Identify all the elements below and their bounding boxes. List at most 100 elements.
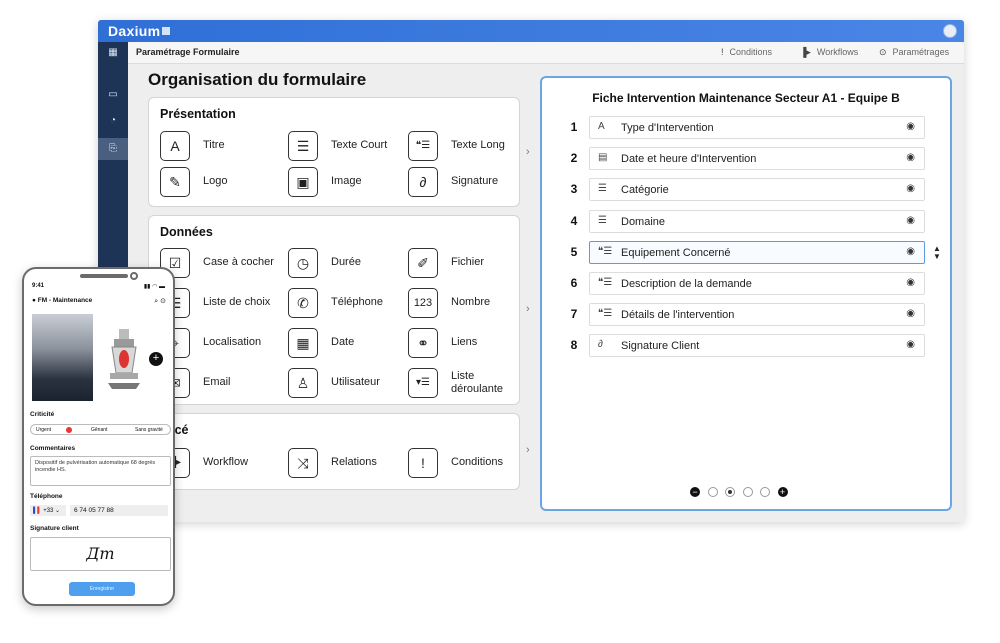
field-label: Signature: [451, 175, 499, 187]
field-cell[interactable]: A Type d'Intervention ◉: [589, 116, 925, 139]
form-field-row[interactable]: 7 ❝☰ Détails de l'intervention ◉: [563, 303, 925, 327]
eye-icon[interactable]: ◉: [906, 183, 915, 194]
option-sans-gravite[interactable]: Sans gravité: [135, 427, 163, 433]
field-cell[interactable]: ❝☰ Détails de l'intervention ◉: [589, 303, 925, 327]
field-type-email[interactable]: ✉Email: [160, 368, 276, 398]
user-avatar[interactable]: [943, 24, 957, 38]
parametrages-button[interactable]: ⊙ Paramétrages: [879, 47, 949, 58]
eye-icon[interactable]: ◉: [906, 215, 915, 226]
eye-icon[interactable]: ◉: [906, 277, 915, 288]
chevron-right-icon[interactable]: ›: [526, 146, 530, 158]
criticite-selector[interactable]: Urgent Gênant Sans gravité: [30, 424, 171, 435]
field-type-icon: A: [598, 121, 605, 132]
field-label: Signature Client: [621, 340, 700, 353]
eye-icon[interactable]: ◉: [906, 121, 915, 132]
field-type-icon: ❝☰: [598, 308, 613, 320]
page-dot[interactable]: [760, 487, 770, 497]
form-field-row[interactable]: 2 ▤ Date et heure d'Intervention ◉: [563, 147, 925, 171]
field-type-titre[interactable]: A Titre: [160, 131, 276, 161]
eye-icon[interactable]: ◉: [906, 339, 915, 350]
field-label: Date et heure d'Intervention: [621, 153, 757, 166]
form-field-row[interactable]: 3 ☰ Catégorie ◉: [563, 178, 925, 202]
link-icon: ⚭: [408, 328, 438, 358]
field-label: Texte Long: [451, 139, 505, 151]
calendar-icon: ▦: [288, 328, 318, 358]
form-field-row[interactable]: 6 ❝☰ Description de la demande ◉: [563, 272, 925, 295]
form-field-row[interactable]: 1 A Type d'Intervention ◉: [563, 116, 925, 139]
field-cell[interactable]: ❝☰ Equipement Concerné ◉: [589, 240, 925, 264]
option-genant[interactable]: Gênant: [91, 427, 107, 433]
field-type-conditions[interactable]: ! Conditions: [408, 448, 524, 478]
criticite-label: Criticité: [30, 411, 55, 418]
long-text-icon: ❝☰: [408, 131, 438, 161]
field-label: Détails de l'intervention: [621, 309, 735, 322]
field-type-workflow[interactable]: ▐▸Workflow: [160, 448, 276, 478]
paperclip-icon: ✐: [408, 248, 438, 278]
field-label: Localisation: [203, 336, 262, 348]
page-dot[interactable]: [742, 487, 753, 497]
prev-page-button[interactable]: −: [690, 487, 700, 497]
page-dot[interactable]: [707, 487, 718, 497]
field-type-utilisateur[interactable]: ♙ Utilisateur: [288, 368, 404, 398]
field-cell[interactable]: ☰ Catégorie ◉: [589, 178, 925, 202]
eye-icon[interactable]: ◉: [906, 308, 915, 319]
field-type-case-a-cocher[interactable]: ☑ Case à cocher: [160, 248, 276, 278]
workflows-button[interactable]: ▐▸ Workflows: [800, 47, 858, 58]
signature-pad[interactable]: Дm: [30, 537, 171, 571]
field-cell[interactable]: ▤ Date et heure d'Intervention ◉: [589, 147, 925, 171]
field-type-duree[interactable]: ◷ Durée: [288, 248, 404, 278]
commentaires-field[interactable]: Dispositif de pulvérisation automatique …: [30, 456, 171, 486]
field-type-nombre[interactable]: 123 Nombre: [408, 288, 524, 318]
field-label: Liste de choix: [203, 296, 271, 308]
chevron-right-icon[interactable]: ›: [526, 444, 530, 456]
equipment-photo[interactable]: [32, 314, 93, 401]
apps-grid-icon[interactable]: ▦: [98, 42, 128, 64]
chart-icon[interactable]: ◔: [98, 110, 128, 132]
country-code-select[interactable]: ▌▌ +33 ⌄: [30, 505, 66, 516]
form-field-row[interactable]: 5 ❝☰ Equipement Concerné ◉: [563, 240, 925, 264]
field-type-texte-long[interactable]: ❝☰ Texte Long: [408, 131, 524, 161]
field-label: Fichier: [451, 256, 485, 268]
field-type-relations[interactable]: ⤨ Relations: [288, 448, 404, 478]
forms-icon[interactable]: ⎘: [98, 138, 128, 160]
field-type-localisation[interactable]: ⌖Localisation: [160, 328, 276, 358]
form-title: Fiche Intervention Maintenance Secteur A…: [592, 91, 900, 105]
page-dot[interactable]: [725, 487, 735, 497]
field-type-icon: ☰: [598, 214, 607, 226]
add-photo-button[interactable]: +: [149, 352, 163, 366]
field-type-texte-court[interactable]: ☰ Texte Court: [288, 131, 404, 161]
mobile-header: ● FM - Maintenance: [32, 297, 93, 304]
field-type-image[interactable]: ▣ Image: [288, 167, 404, 197]
field-cell[interactable]: ∂ Signature Client ◉: [589, 334, 925, 358]
field-type-logo[interactable]: ✎ Logo: [160, 167, 276, 197]
calendar-icon[interactable]: ▭: [98, 84, 128, 106]
field-type-date[interactable]: ▦ Date: [288, 328, 404, 358]
field-label: Relations: [331, 456, 377, 468]
eye-icon[interactable]: ◉: [906, 152, 915, 163]
field-label: Logo: [203, 175, 228, 187]
next-page-button[interactable]: +: [777, 487, 788, 497]
search-icon[interactable]: ⌕ ⊙: [154, 297, 166, 306]
option-urgent[interactable]: Urgent: [36, 427, 51, 433]
field-type-liste-de-choix[interactable]: ☰ Liste de choix: [160, 288, 276, 318]
field-type-fichier[interactable]: ✐ Fichier: [408, 248, 524, 278]
field-label: Nombre: [451, 296, 491, 308]
submit-button[interactable]: Enregistrer: [69, 582, 135, 596]
form-field-row[interactable]: 4 ☰ Domaine ◉: [563, 209, 925, 233]
field-type-telephone[interactable]: ✆ Téléphone: [288, 288, 404, 318]
field-label: Titre: [203, 139, 225, 151]
field-type-signature[interactable]: ∂ Signature: [408, 167, 524, 197]
app-logo: Daxium: [108, 23, 171, 39]
chevron-right-icon[interactable]: ›: [526, 303, 530, 315]
field-label: Texte Court: [331, 139, 388, 151]
field-type-liste-deroulante[interactable]: ▾☰ Liste déroulante: [408, 368, 524, 398]
eye-icon[interactable]: ◉: [906, 246, 915, 257]
form-field-row[interactable]: 8 ∂ Signature Client ◉: [563, 334, 925, 358]
conditions-button[interactable]: ! Conditions: [721, 47, 772, 57]
field-type-liens[interactable]: ⚭ Liens: [408, 328, 524, 358]
field-cell[interactable]: ❝☰ Description de la demande ◉: [589, 272, 925, 295]
phone-number-field[interactable]: 6 74 05 77 88: [70, 505, 168, 516]
reorder-arrows-icon[interactable]: ▲ ▼: [933, 245, 941, 261]
row-number: 7: [570, 307, 578, 322]
field-cell[interactable]: ☰ Domaine ◉: [589, 209, 925, 233]
